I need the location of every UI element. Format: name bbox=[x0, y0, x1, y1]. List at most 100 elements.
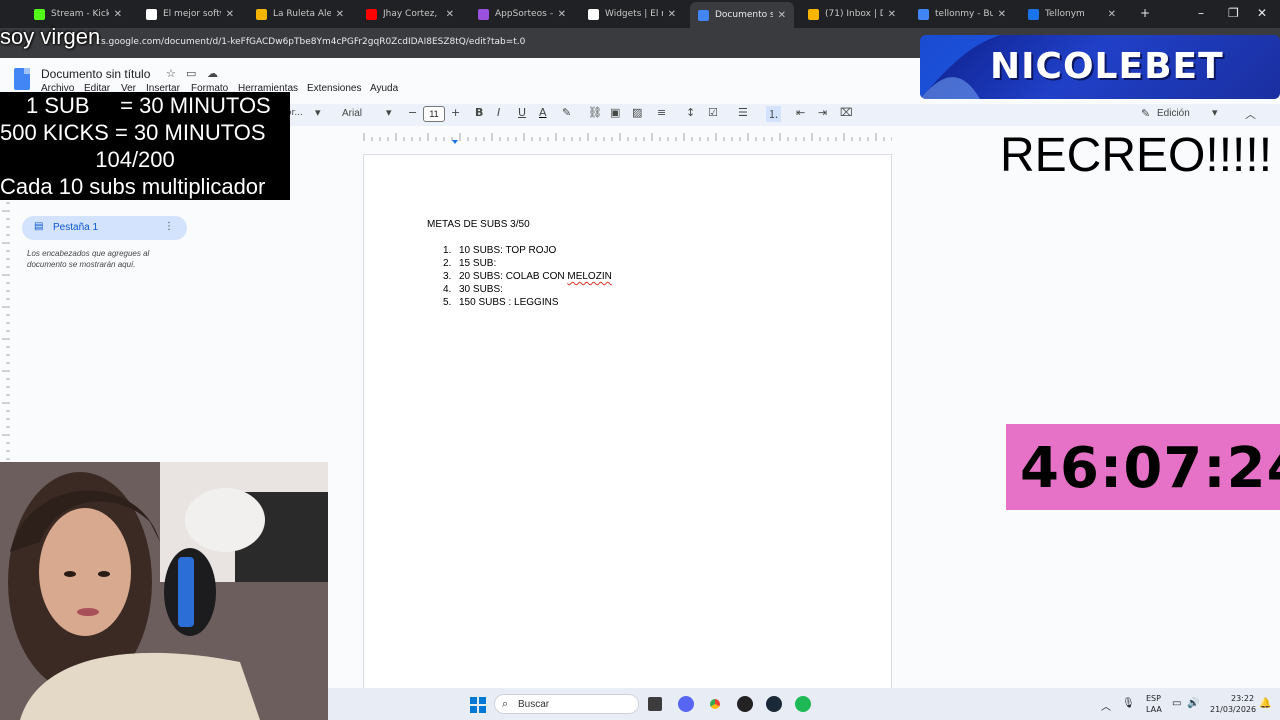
increase-size-icon[interactable]: + bbox=[451, 106, 460, 119]
outline-hint: Los encabezados que agregues al document… bbox=[27, 249, 150, 269]
font-dropdown-icon[interactable]: ▾ bbox=[386, 106, 392, 119]
list-item[interactable]: 5. 150 SUBS : LEGGINS bbox=[443, 297, 559, 308]
comment-icon[interactable]: ▣ bbox=[610, 106, 620, 119]
bullet-list-icon[interactable]: ☰ bbox=[738, 106, 748, 119]
document-title[interactable]: Documento sin título bbox=[41, 67, 150, 81]
tab-close-icon[interactable]: ✕ bbox=[226, 9, 242, 20]
discord-icon[interactable] bbox=[678, 696, 694, 712]
tab-close-icon[interactable]: ✕ bbox=[888, 9, 904, 20]
browser-tab[interactable]: El mejor software ✕ bbox=[138, 4, 242, 24]
browser-tab[interactable]: tellonmy - Buscar ✕ bbox=[910, 4, 1014, 24]
taskbar-search-placeholder[interactable]: Buscar bbox=[518, 699, 549, 710]
spotify-icon[interactable] bbox=[795, 696, 811, 712]
highlight-icon[interactable]: ✎ bbox=[562, 106, 571, 119]
tab-title: AppSorteos – La bbox=[495, 9, 553, 19]
misspelled-word[interactable]: MELOZIN bbox=[567, 271, 611, 282]
menu-item[interactable]: Ayuda bbox=[370, 83, 398, 94]
list-item[interactable]: 3. 20 SUBS: COLAB CON MELOZIN bbox=[443, 271, 612, 282]
link-icon[interactable]: ⛓ bbox=[588, 106, 602, 119]
task-view-icon[interactable] bbox=[648, 697, 662, 711]
volume-icon[interactable]: 🔊 bbox=[1187, 698, 1199, 709]
clear-format-icon[interactable]: ⌧ bbox=[840, 106, 853, 119]
browser-tab[interactable]: Stream - Kick Das ✕ bbox=[26, 4, 130, 24]
network-icon[interactable]: ▭ bbox=[1172, 698, 1181, 709]
tab-close-icon[interactable]: ✕ bbox=[114, 9, 130, 20]
collapse-toolbar-icon[interactable]: ︿ bbox=[1245, 106, 1256, 122]
minimize-button[interactable]: – bbox=[1198, 6, 1204, 20]
tab-favicon-icon bbox=[478, 8, 489, 20]
text-color-icon[interactable]: A bbox=[539, 106, 547, 119]
subathon-rules-box: 1 SUB = 30 MINUTOS 500 KICKS = 30 MINUTO… bbox=[0, 92, 290, 200]
brand-logo: NICOLEBET bbox=[990, 46, 1224, 87]
browser-tab[interactable]: AppSorteos – La ✕ bbox=[470, 4, 574, 24]
browser-tab[interactable]: La Ruleta Aleator ✕ bbox=[248, 4, 352, 24]
indent-marker bbox=[452, 140, 458, 144]
microphone-icon[interactable]: 🎙 bbox=[1122, 698, 1135, 709]
bold-icon[interactable]: B bbox=[475, 106, 483, 119]
recreo-overlay: RECREO!!!!! bbox=[1000, 129, 1273, 182]
checklist-icon[interactable]: ☑ bbox=[708, 106, 718, 119]
list-item[interactable]: 1. 10 SUBS: TOP ROJO bbox=[443, 245, 556, 256]
list-item[interactable]: 4. 30 SUBS: bbox=[443, 284, 503, 295]
maximize-button[interactable]: ❐ bbox=[1228, 6, 1239, 20]
decrease-size-icon[interactable]: − bbox=[408, 106, 417, 119]
chrome-icon[interactable] bbox=[707, 696, 723, 712]
font-size-input[interactable]: 11 bbox=[423, 106, 445, 122]
star-icon[interactable]: ☆ bbox=[166, 67, 176, 80]
close-window-button[interactable]: ✕ bbox=[1257, 6, 1267, 20]
tray-overflow-icon[interactable]: ︿ bbox=[1101, 698, 1111, 713]
language-layout[interactable]: LAA bbox=[1146, 705, 1162, 714]
tab-favicon-icon bbox=[1028, 8, 1039, 20]
clock-time[interactable]: 23:22 bbox=[1231, 694, 1254, 703]
line-spacing-icon[interactable]: ↕ bbox=[686, 106, 695, 119]
tab-close-icon[interactable]: ✕ bbox=[778, 10, 794, 21]
mode-dropdown-icon[interactable]: ▾ bbox=[1212, 106, 1218, 119]
windows-start-icon[interactable] bbox=[470, 697, 486, 713]
tab-close-icon[interactable]: ✕ bbox=[336, 9, 352, 20]
font-select[interactable]: Arial bbox=[342, 108, 362, 119]
decrease-indent-icon[interactable]: ⇤ bbox=[796, 106, 805, 119]
tab-close-icon[interactable]: ✕ bbox=[446, 9, 462, 20]
rule-line: Cada 10 subs multiplicador bbox=[0, 174, 266, 199]
tab-close-icon[interactable]: ✕ bbox=[668, 9, 684, 20]
menu-item[interactable]: Extensiones bbox=[307, 83, 361, 94]
align-icon[interactable]: ≡ bbox=[657, 106, 666, 119]
browser-tab[interactable]: Widgets | El mejo ✕ bbox=[580, 4, 684, 24]
horizontal-ruler[interactable] bbox=[362, 130, 892, 144]
document-heading[interactable]: METAS DE SUBS 3/50 bbox=[427, 219, 530, 230]
pencil-icon[interactable]: ✎ bbox=[1141, 107, 1150, 120]
tab-close-icon[interactable]: ✕ bbox=[558, 9, 574, 20]
docs-logo-icon[interactable] bbox=[14, 68, 30, 90]
image-icon[interactable]: ▨ bbox=[632, 106, 642, 119]
tab-label[interactable]: Pestaña 1 bbox=[53, 222, 98, 233]
new-tab-button[interactable]: + bbox=[1140, 6, 1150, 20]
tab-close-icon[interactable]: ✕ bbox=[1108, 9, 1124, 20]
clock-date[interactable]: 21/03/2026 bbox=[1210, 705, 1256, 714]
tab-favicon-icon bbox=[808, 8, 819, 20]
obs-icon[interactable] bbox=[737, 696, 753, 712]
style-dropdown-icon[interactable]: ▾ bbox=[315, 106, 321, 119]
numbered-list-icon[interactable]: ⒈ bbox=[766, 106, 781, 122]
browser-tab[interactable]: Jhay Cortez, I ✕ bbox=[358, 4, 462, 24]
browser-tab[interactable]: Tellonym ✕ bbox=[1020, 4, 1124, 24]
tab-favicon-icon bbox=[146, 8, 157, 20]
tab-pill[interactable] bbox=[22, 216, 187, 240]
url-field[interactable]: cs.google.com/document/d/1-keFfGACDw6pTb… bbox=[96, 37, 525, 47]
language-indicator[interactable]: ESP bbox=[1146, 694, 1161, 703]
steam-icon[interactable] bbox=[766, 696, 782, 712]
more-options-icon[interactable]: ⋮ bbox=[164, 221, 174, 232]
notification-icon[interactable]: 🔔 bbox=[1259, 698, 1271, 709]
browser-tab[interactable]: Documento sin tít ✕ bbox=[690, 2, 794, 28]
folder-icon[interactable]: ▭ bbox=[186, 67, 196, 80]
editing-mode-select[interactable]: Edición bbox=[1157, 108, 1190, 119]
underline-icon[interactable]: U bbox=[518, 106, 526, 119]
tab-close-icon[interactable]: ✕ bbox=[998, 9, 1014, 20]
italic-icon[interactable]: I bbox=[497, 106, 500, 119]
browser-tab-strip: Stream - Kick Das✕ El mejor software✕ La R… bbox=[0, 0, 1280, 28]
cloud-icon[interactable]: ☁ bbox=[207, 67, 218, 80]
increase-indent-icon[interactable]: ⇥ bbox=[818, 106, 827, 119]
browser-tab[interactable]: (71) Inbox | Dono ✕ bbox=[800, 4, 904, 24]
taskbar-search[interactable] bbox=[494, 694, 639, 714]
document-page[interactable] bbox=[363, 154, 892, 694]
list-item[interactable]: 2. 15 SUB: bbox=[443, 258, 496, 269]
